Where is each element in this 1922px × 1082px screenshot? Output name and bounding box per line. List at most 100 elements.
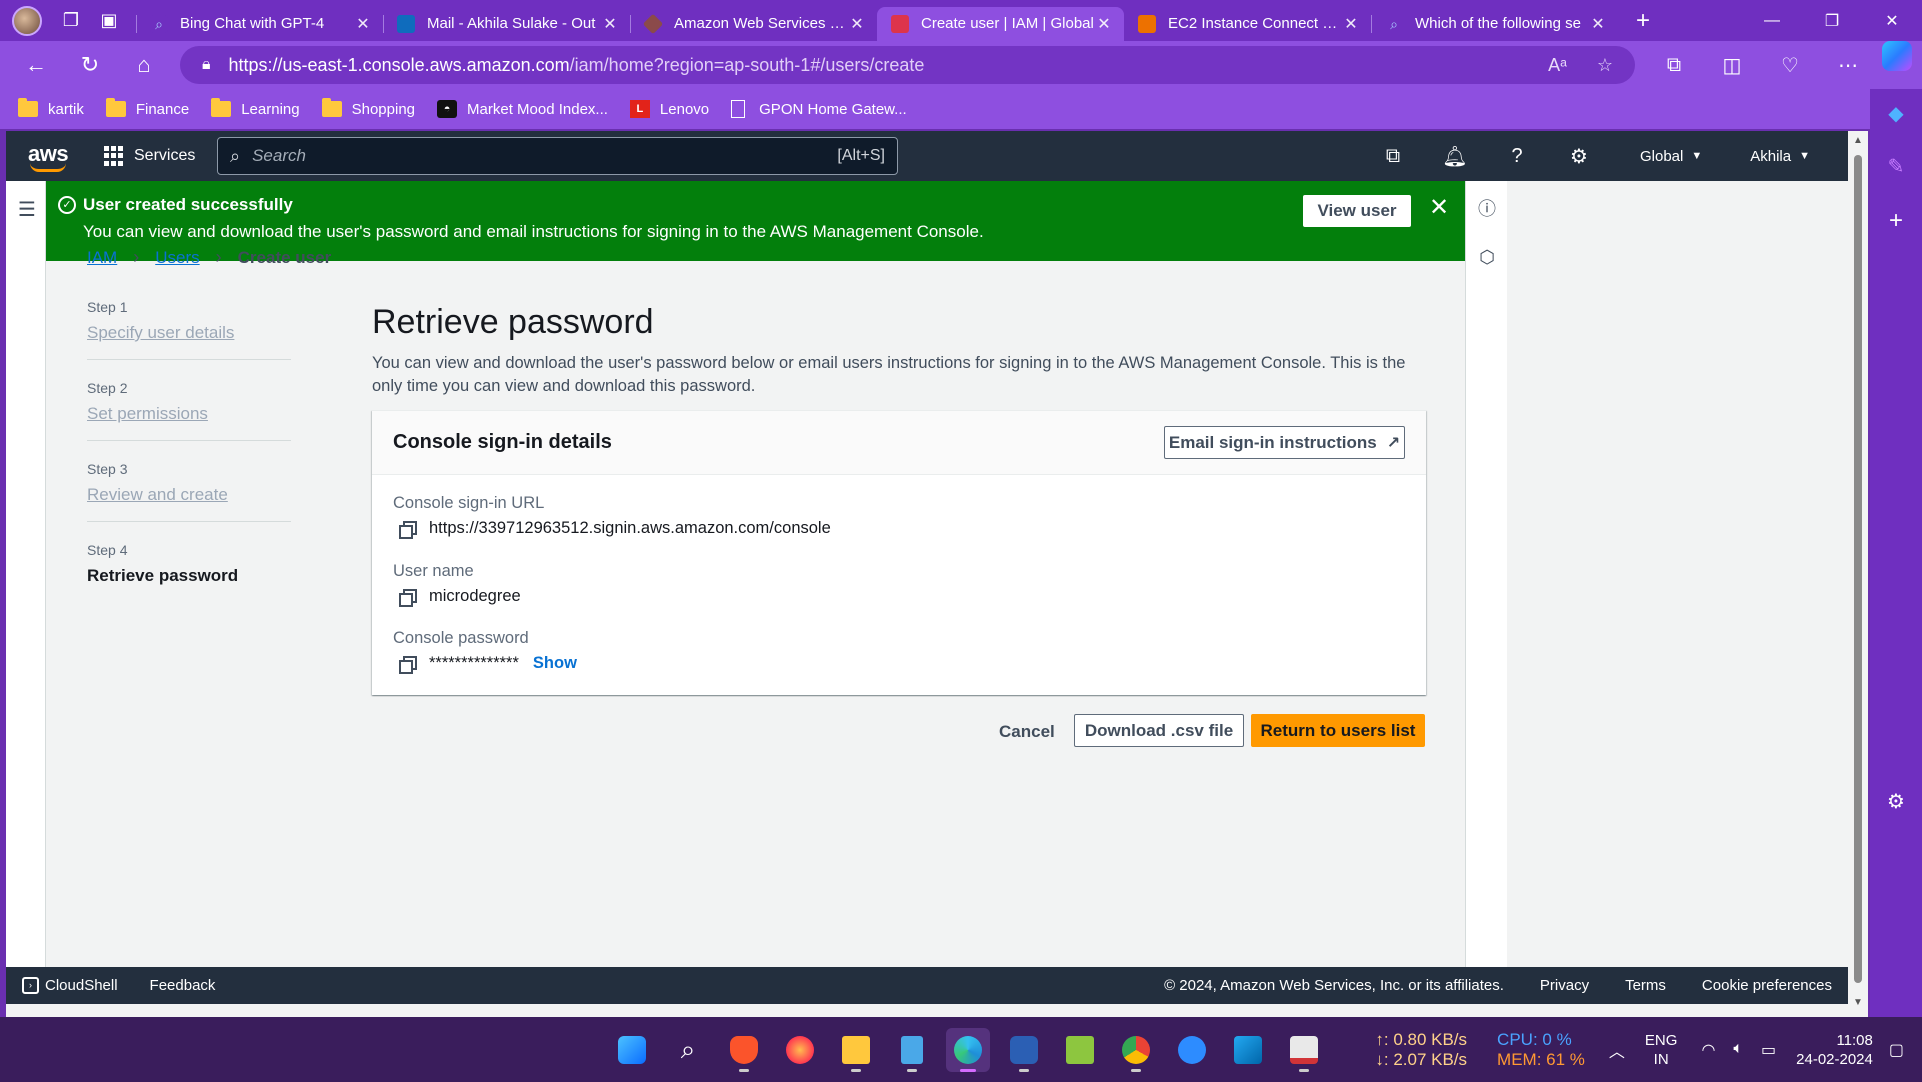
region-selector[interactable]: Global ▼ [1622,148,1720,165]
more-menu-icon[interactable]: ⋯ [1819,53,1877,78]
aws-logo[interactable]: aws [28,139,72,173]
scrollbar-thumb[interactable] [1854,155,1862,983]
lock-icon[interactable]: 🔒︎ [202,56,211,74]
language-indicator[interactable]: ENG IN [1645,1031,1678,1069]
browser-tab[interactable]: ⌕ Which of the following se ✕ [1371,7,1618,41]
taskbar-firefox[interactable] [778,1028,822,1072]
favorite-star-icon[interactable]: ☆ [1597,55,1613,76]
refresh-icon[interactable]: ↻ [63,45,117,85]
split-screen-icon[interactable]: ◫ [1703,53,1761,78]
scroll-down-icon[interactable]: ▼ [1851,997,1865,1008]
battery-icon: ▭ [1761,1041,1777,1059]
taskbar-word[interactable] [1002,1028,1046,1072]
info-icon[interactable]: ⓘ [1466,195,1508,221]
new-tab-icon[interactable]: + [1624,6,1662,36]
minimize-icon[interactable]: — [1742,0,1802,41]
cancel-button[interactable]: Cancel [999,722,1055,742]
notifications-icon[interactable]: ▢ [1889,1040,1904,1060]
browser-tab[interactable]: EC2 Instance Connect | ap ✕ [1124,7,1371,41]
url-bar[interactable]: 🔒︎ https://us-east-1.console.aws.amazon.… [180,46,1635,84]
view-user-button[interactable]: View user [1303,195,1411,227]
browser-tab[interactable]: Amazon Web Services Sig ✕ [630,7,877,41]
tag-icon[interactable]: ◆ [1888,101,1903,126]
taskbar-zoom[interactable] [1170,1028,1214,1072]
services-menu[interactable]: Services [104,146,195,166]
hexagon-tools-icon[interactable]: ⬡ [1466,247,1508,268]
close-icon[interactable]: ✕ [1429,193,1449,222]
breadcrumb-users[interactable]: Users [155,248,199,268]
cookie-preferences-link[interactable]: Cookie preferences [1702,977,1832,994]
tab-close-icon[interactable]: ✕ [353,14,373,34]
taskbar-file-explorer[interactable] [834,1028,878,1072]
workspaces-icon[interactable]: ❐ [52,6,90,36]
notifications-bell-icon[interactable]: 🔔︎ [1424,144,1486,169]
read-aloud-icon[interactable]: A͏ᵃ [1548,55,1567,76]
tab-close-icon[interactable]: ✕ [1094,14,1114,34]
download-csv-button[interactable]: Download .csv file [1074,714,1244,747]
taskbar-edge[interactable] [946,1027,990,1072]
tab-close-icon[interactable]: ✕ [600,14,620,34]
help-icon[interactable]: ? [1486,145,1548,168]
bookmark-link[interactable]: ◓ Market Mood Index... [437,100,608,118]
copilot-icon[interactable] [1882,41,1912,71]
chevron-up-icon[interactable]: ︿ [1609,1038,1625,1062]
wifi-icon: ◠ [1701,1041,1716,1059]
taskbar-snipping-tool[interactable] [1282,1028,1326,1072]
back-icon[interactable]: ← [9,45,63,85]
cloudshell-link[interactable]: › CloudShell [22,977,118,994]
tab-close-icon[interactable]: ✕ [1341,14,1361,34]
system-tray[interactable]: ◠ 🔈︎ ▭ [1701,1040,1776,1060]
profile-avatar[interactable] [12,5,42,36]
copy-icon[interactable] [399,588,417,607]
taskbar-notepadpp[interactable] [1058,1028,1102,1072]
feedback-link[interactable]: Feedback [150,977,216,994]
taskbar-vscode[interactable] [1226,1028,1270,1072]
bookmark-link[interactable]: L Lenovo [629,100,709,118]
cpu-usage: CPU: 0 % [1497,1029,1572,1049]
copy-icon[interactable] [399,655,417,674]
bookmark-folder[interactable]: Learning [211,98,300,118]
taskbar-notepad[interactable] [890,1028,934,1072]
restore-icon[interactable]: ❐ [1802,0,1862,41]
start-button[interactable] [610,1028,654,1072]
scroll-up-icon[interactable]: ▲ [1851,135,1865,146]
step-link[interactable]: Review and create [87,485,291,505]
add-sidebar-icon[interactable]: + [1889,207,1903,235]
bookmark-folder[interactable]: Finance [105,98,189,118]
browser-tab[interactable]: Mail - Akhila Sulake - Out ✕ [383,7,630,41]
page-scrollbar[interactable]: ▲ ▼ [1848,131,1868,1017]
email-sign-in-instructions-button[interactable]: Email sign-in instructions ↗ [1164,426,1405,459]
tab-close-icon[interactable]: ✕ [847,14,867,34]
breadcrumb-iam[interactable]: IAM [87,248,117,268]
return-to-users-list-button[interactable]: Return to users list [1251,714,1425,747]
search-input[interactable]: ⌕ Search [Alt+S] [217,137,898,175]
taskbar-chrome[interactable] [1114,1028,1158,1072]
sidebar-settings-icon[interactable]: ⚙ [1887,789,1905,814]
tab-actions-icon[interactable]: ▣ [90,6,128,36]
show-password-link[interactable]: Show [533,654,577,673]
account-menu[interactable]: Akhila ▼ [1732,148,1828,165]
terms-link[interactable]: Terms [1625,977,1666,994]
designer-icon[interactable]: ✎ [1888,154,1905,179]
browser-tab[interactable]: ⌕ Bing Chat with GPT-4 ✕ [136,7,383,41]
tab-close-icon[interactable]: ✕ [1588,14,1608,34]
browser-tab-active[interactable]: Create user | IAM | Global ✕ [877,6,1124,41]
copy-icon[interactable] [399,520,417,539]
home-icon[interactable]: ⌂ [117,45,171,85]
step-link[interactable]: Specify user details [87,323,291,343]
privacy-link[interactable]: Privacy [1540,977,1589,994]
extensions-icon[interactable]: ⧉ [1645,54,1703,77]
taskbar-search[interactable]: ⌕ [666,1028,710,1072]
clock[interactable]: 11:08 24-02-2024 [1796,1031,1873,1069]
cloudshell-icon[interactable]: ⧉ [1362,145,1424,168]
settings-gear-icon[interactable]: ⚙ [1548,144,1610,169]
step-link[interactable]: Set permissions [87,404,291,424]
bookmark-link[interactable]: GPON Home Gatew... [731,100,907,118]
copyright-text: © 2024, Amazon Web Services, Inc. or its… [1164,977,1504,994]
hamburger-menu-icon[interactable]: ☰ [18,197,36,222]
browser-essentials-icon[interactable]: ♡ [1761,53,1819,78]
bookmark-folder[interactable]: kartik [18,98,84,118]
close-window-icon[interactable]: ✕ [1862,0,1922,41]
taskbar-brave[interactable] [722,1028,766,1072]
bookmark-folder[interactable]: Shopping [321,98,415,118]
